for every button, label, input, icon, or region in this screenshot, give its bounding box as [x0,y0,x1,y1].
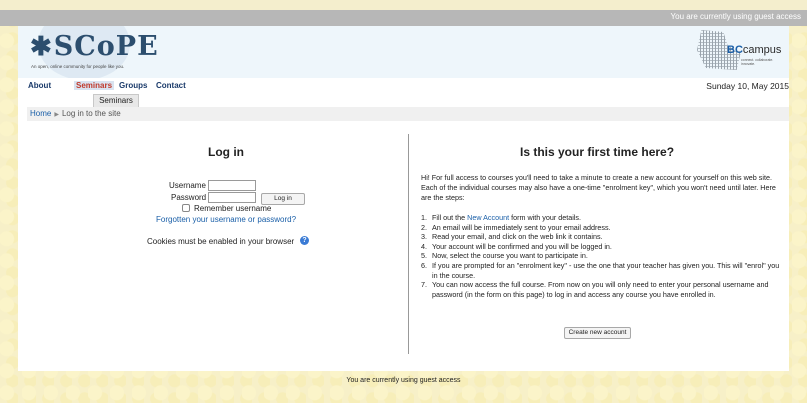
logo-tagline: An open, online community for people lik… [31,64,125,69]
list-item: 3. Read your email, and click on the web … [421,232,603,242]
list-item: 5. Now, select the course you want to par… [421,251,588,261]
help-icon[interactable]: ? [300,236,309,245]
scope-logo[interactable]: ✱SCoPE [30,31,159,62]
asterisk-icon: ✱ [30,32,53,62]
username-label: Username [169,181,206,190]
breadcrumb-current: Log in to the site [61,109,121,118]
top-bar: You are currently using guest access [0,10,807,26]
guest-notice: You are currently using guest access [670,12,801,21]
login-title: Log in [208,145,244,159]
bccampus-logo[interactable]: BCcampus connect. collaborate. innovate. [697,30,783,70]
current-date: Sunday 10, May 2015 [706,81,789,91]
list-item: 1. Fill out the New Account form with you… [421,213,582,222]
first-time-intro: Hi! For full access to courses you'll ne… [421,173,776,202]
create-account-button[interactable]: Create new account [564,327,631,339]
breadcrumb-home[interactable]: Home [30,109,51,118]
panel-divider [408,134,409,354]
remember-username-checkbox[interactable] [182,204,190,212]
breadcrumb: Home ▶ Log in to the site [27,107,789,121]
main-container: ✱SCoPE An open, online community for peo… [18,26,789,384]
seminars-dropdown-item[interactable]: Seminars [93,94,139,108]
remember-username-label: Remember username [194,204,272,213]
breadcrumb-separator-icon: ▶ [54,112,59,118]
new-account-link[interactable]: New Account [467,213,509,222]
list-item: 6. If you are prompted for an "enrolment … [421,260,780,280]
nav-seminars[interactable]: Seminars [74,81,115,90]
list-item: 2. An email will be immediately sent to y… [421,222,611,232]
nav-bar: About Seminars Groups Contact Sunday 10,… [18,78,789,94]
nav-about[interactable]: About [28,81,51,90]
first-time-title: Is this your first time here? [520,145,675,159]
password-input[interactable] [208,192,256,203]
bccampus-tagline: connect. collaborate. innovate. [741,58,774,66]
nav-groups[interactable]: Groups [119,81,147,90]
footer-guest-notice: You are currently using guest access [346,377,461,384]
logo-text: SCoPE [53,31,159,62]
forgot-password-link[interactable]: Forgotten your username or password? [156,215,296,224]
password-label: Password [171,193,207,202]
signup-steps: 1. Fill out the New Account form with you… [421,213,781,299]
site-header: ✱SCoPE An open, online community for peo… [18,26,789,78]
list-item: 4. Your account will be confirmed and you… [421,241,612,251]
nav-contact[interactable]: Contact [156,81,186,90]
list-item: 7. You can now access the full course. Fr… [421,280,769,299]
username-input[interactable] [208,180,256,191]
cookies-notice: Cookies must be enabled in your browser [147,237,295,246]
bccampus-name: BCcampus [727,44,782,56]
